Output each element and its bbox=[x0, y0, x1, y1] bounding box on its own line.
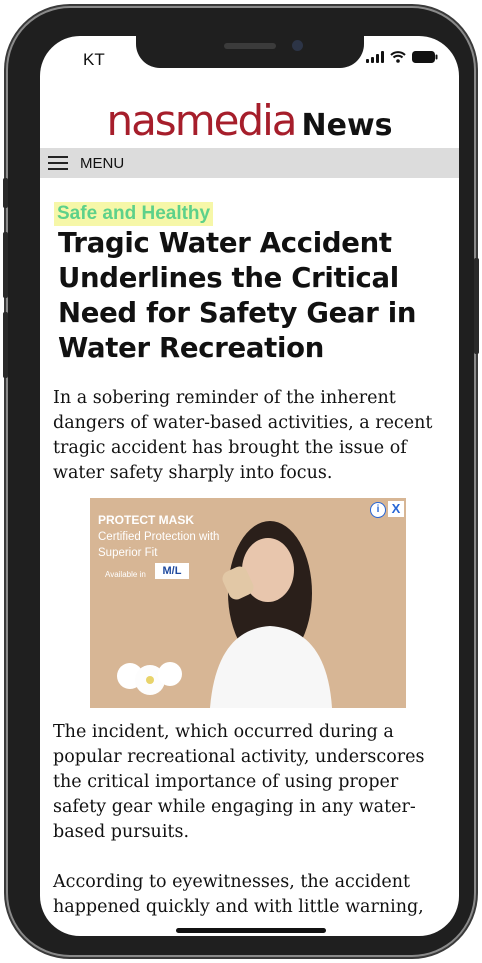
ad-close-icon[interactable]: X bbox=[388, 501, 404, 517]
article-headline: Tragic Water Accident Underlines the Cri… bbox=[58, 227, 417, 364]
ad-availability-label: Available in bbox=[105, 570, 146, 579]
article-paragraph-2: The incident, which occurred during a po… bbox=[53, 722, 425, 842]
notch bbox=[136, 36, 364, 68]
front-camera bbox=[292, 40, 303, 51]
ad-size-badge: M/L bbox=[155, 563, 189, 579]
article-paragraph-1: In a sobering reminder of the inherent d… bbox=[53, 388, 433, 483]
category-tag[interactable]: Safe and Healthy bbox=[54, 202, 214, 226]
article-paragraph-3: According to eyewitnesses, the accident … bbox=[53, 872, 424, 917]
side-button-left-2 bbox=[3, 232, 8, 298]
ad-title: PROTECT MASK bbox=[98, 513, 194, 527]
phone-frame: KT nasmedia News MENU Safe and Healthy Tr… bbox=[3, 8, 479, 955]
phone-screen: KT nasmedia News MENU Safe and Healthy Tr… bbox=[40, 36, 459, 936]
menu-bar[interactable]: MENU bbox=[40, 148, 459, 178]
home-indicator[interactable] bbox=[176, 928, 326, 933]
logo-wordmark: nasmedia bbox=[106, 96, 297, 145]
wifi-icon bbox=[390, 51, 406, 63]
hamburger-icon[interactable] bbox=[48, 156, 68, 170]
ad-info-icon[interactable]: i bbox=[370, 502, 386, 518]
advertisement-banner[interactable]: PROTECT MASK Certified Protection with S… bbox=[90, 498, 406, 708]
logo-news-suffix: News bbox=[301, 108, 393, 143]
side-button-left-1 bbox=[3, 178, 8, 208]
site-logo[interactable]: nasmedia News bbox=[40, 96, 459, 145]
menu-label[interactable]: MENU bbox=[80, 155, 124, 172]
carrier-label: KT bbox=[83, 50, 105, 69]
ad-subtitle: Certified Protection with Superior Fit bbox=[98, 531, 220, 559]
status-icons bbox=[366, 51, 438, 63]
battery-icon bbox=[412, 51, 438, 63]
speaker-grille bbox=[224, 43, 276, 49]
signal-icon bbox=[366, 51, 384, 63]
side-button-left-3 bbox=[3, 312, 8, 378]
side-button-right bbox=[474, 258, 479, 354]
